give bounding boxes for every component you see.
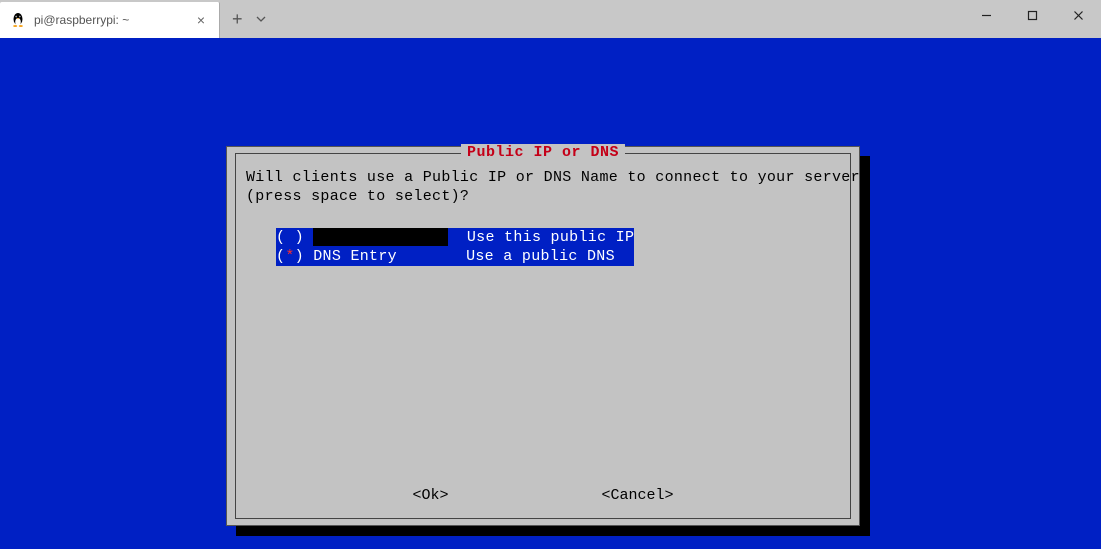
option-desc: Use a public DNS xyxy=(466,248,615,265)
close-icon[interactable] xyxy=(1055,0,1101,30)
ok-button[interactable]: <Ok> xyxy=(412,487,448,504)
dialog-prompt-line2: (press space to select)? xyxy=(246,187,840,206)
tab-title: pi@raspberrypi: ~ xyxy=(34,13,193,27)
redacted-ip xyxy=(313,228,448,246)
dialog-body: Will clients use a Public IP or DNS Name… xyxy=(236,154,850,266)
whiptail-dialog: Public IP or DNS Will clients use a Publ… xyxy=(226,146,860,526)
option-desc: Use this public IP xyxy=(467,229,634,246)
dialog-border: Public IP or DNS Will clients use a Publ… xyxy=(235,153,851,519)
window-controls xyxy=(963,0,1101,30)
cancel-button[interactable]: <Cancel> xyxy=(601,487,673,504)
dialog-buttons: <Ok> <Cancel> xyxy=(236,487,850,504)
penguin-icon xyxy=(10,12,26,28)
minimize-icon[interactable] xyxy=(963,0,1009,30)
terminal-tab[interactable]: pi@raspberrypi: ~ × xyxy=(0,2,220,38)
terminal-area: Public IP or DNS Will clients use a Publ… xyxy=(0,38,1101,549)
title-bar: pi@raspberrypi: ~ × + xyxy=(0,0,1101,38)
dialog-prompt-line1: Will clients use a Public IP or DNS Name… xyxy=(246,168,840,187)
maximize-icon[interactable] xyxy=(1009,0,1055,30)
tab-close-icon[interactable]: × xyxy=(193,12,209,28)
new-tab-icon[interactable]: + xyxy=(232,9,243,30)
radio-options: ( ) Use this public IP (*) DNS Entry Use… xyxy=(276,228,840,266)
dialog-title: Public IP or DNS xyxy=(461,144,625,161)
option-label: DNS Entry xyxy=(313,248,401,265)
radio-option-public-ip[interactable]: ( ) Use this public IP xyxy=(276,228,634,247)
tab-dropdown-icon[interactable] xyxy=(255,13,267,25)
radio-option-dns-entry[interactable]: (*) DNS Entry Use a public DNS xyxy=(276,247,634,266)
